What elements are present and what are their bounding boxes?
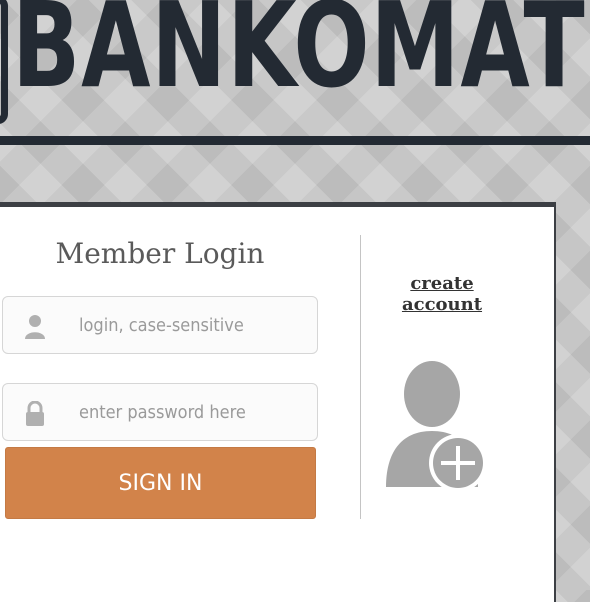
create-account-link[interactable]: create account xyxy=(372,273,512,315)
password-field[interactable] xyxy=(2,383,318,441)
user-icon xyxy=(25,315,45,339)
brand-title: BANKOMAT xyxy=(12,0,586,114)
header-divider xyxy=(0,136,590,145)
sign-in-button[interactable]: SIGN IN xyxy=(5,447,316,519)
username-field[interactable] xyxy=(2,296,318,354)
username-input[interactable] xyxy=(79,311,307,339)
login-panel: Member Login SIGN IN create account xyxy=(0,202,556,602)
add-user-icon[interactable] xyxy=(382,359,492,489)
lock-icon xyxy=(26,401,44,426)
login-heading: Member Login xyxy=(55,237,265,270)
panel-divider xyxy=(360,235,361,519)
logo-bracket-icon xyxy=(0,0,8,124)
password-input[interactable] xyxy=(79,398,307,426)
